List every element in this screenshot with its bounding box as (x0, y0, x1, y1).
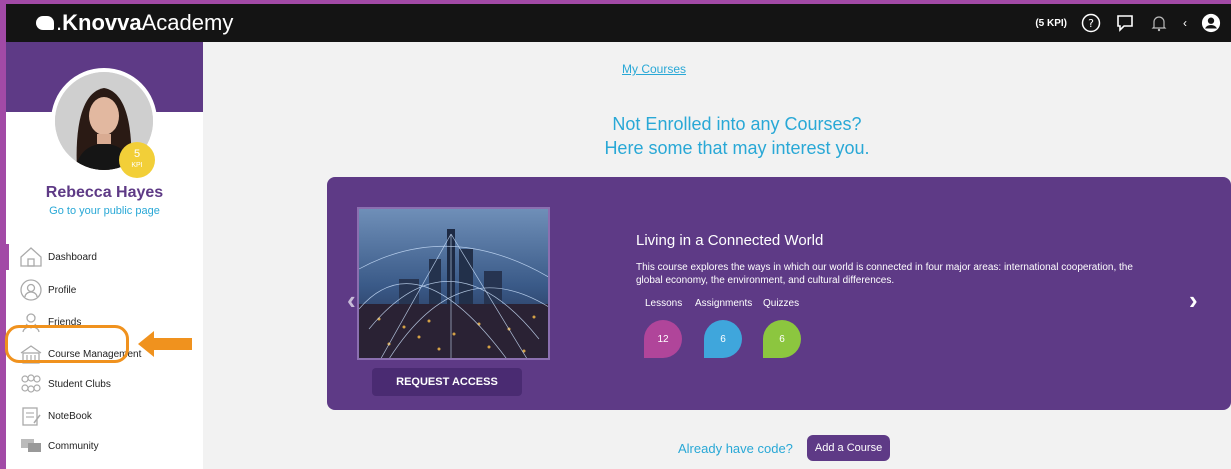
logo-bubble-icon (36, 16, 54, 30)
svg-text:?: ? (1088, 17, 1094, 30)
sidebar-item-label: Student Clubs (48, 378, 111, 390)
course-stat-labels: Lessons Assignments Quizzes (645, 298, 799, 309)
student-clubs-icon (18, 372, 44, 396)
my-courses-link[interactable]: My Courses (622, 62, 686, 76)
kpi-badge-value: 5 (133, 148, 141, 160)
headline-line-2: Here some that may interest you. (604, 138, 870, 158)
brand-logo[interactable]: . Knovva Academy (36, 10, 233, 36)
course-description: This course explores the ways in which o… (636, 262, 1133, 286)
top-bar: . Knovva Academy (5 KPI) ? ‹ (6, 4, 1231, 42)
logo-light-text: Academy (141, 10, 234, 35)
sidebar-item-label: Profile (48, 284, 77, 296)
sidebar-item-label: Community (48, 440, 99, 452)
highlight-arrow-icon (138, 329, 192, 359)
sidebar: 5 KPI Rebecca Hayes Go to your public pa… (6, 42, 203, 469)
sidebar-item-profile[interactable]: Profile (6, 275, 203, 305)
quizzes-count-badge: 6 (763, 320, 801, 358)
bell-icon[interactable] (1149, 13, 1169, 33)
top-right-actions: (5 KPI) ? ‹ (1035, 4, 1221, 42)
main-content: My Courses Not Enrolled into any Courses… (203, 42, 1231, 469)
course-title: Living in a Connected World (636, 232, 824, 249)
public-page-link[interactable]: Go to your public page (6, 205, 203, 217)
logo-bold-text: Knovva (62, 10, 142, 35)
carousel-prev-button[interactable]: ‹ (347, 285, 356, 316)
community-icon (18, 434, 44, 458)
kpi-badge-unit: KPI (131, 162, 143, 169)
quizzes-label: Quizzes (763, 298, 800, 309)
sidebar-item-label: NoteBook (48, 410, 92, 422)
chat-icon[interactable] (1115, 13, 1135, 33)
course-image[interactable] (357, 207, 550, 360)
sidebar-item-label: Dashboard (48, 251, 97, 263)
profile-icon (18, 278, 44, 302)
request-access-button[interactable]: REQUEST ACCESS (372, 368, 522, 396)
already-have-code-text: Already have code? (678, 440, 793, 456)
user-menu-chevron-icon[interactable]: ‹ (1183, 16, 1187, 30)
course-carousel-card: ‹ REQUEST ACCESS Living in a Connected W… (327, 177, 1231, 410)
highlight-circle (5, 325, 129, 363)
lessons-label: Lessons (645, 298, 683, 309)
sidebar-item-community[interactable]: Community (6, 431, 203, 461)
kpi-badge: 5 KPI (119, 142, 155, 178)
user-account-icon[interactable] (1201, 13, 1221, 33)
assignments-count-badge: 6 (704, 320, 742, 358)
sidebar-item-dashboard[interactable]: Dashboard (6, 242, 203, 272)
lessons-count-badge: 12 (644, 320, 682, 358)
carousel-next-button[interactable]: › (1189, 285, 1198, 316)
home-icon (18, 245, 44, 269)
empty-state-headline: Not Enrolled into any Courses? Here some… (203, 112, 1231, 160)
add-course-button[interactable]: Add a Course (806, 435, 891, 461)
user-name: Rebecca Hayes (45, 184, 164, 201)
add-course-row: Already have code? Add a Course (678, 435, 891, 461)
notebook-icon (18, 404, 44, 428)
kpi-counter: (5 KPI) (1035, 17, 1067, 29)
help-icon[interactable]: ? (1081, 13, 1101, 33)
sidebar-item-student-clubs[interactable]: Student Clubs (6, 369, 203, 399)
assignments-label: Assignments (695, 298, 753, 309)
sidebar-item-notebook[interactable]: NoteBook (6, 401, 203, 431)
headline-line-1: Not Enrolled into any Courses? (612, 114, 862, 134)
